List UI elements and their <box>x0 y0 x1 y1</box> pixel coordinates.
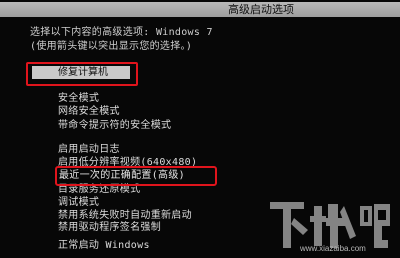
menu-item-start-normally[interactable]: 正常启动 Windows <box>58 240 150 252</box>
watermark-url: www.xiazaiba.com <box>300 244 366 253</box>
screen-title: 高级启动选项 <box>228 3 294 16</box>
annotation-highlight-box <box>26 62 138 86</box>
menu-item-boot-logging[interactable]: 启用启动日志 <box>58 144 120 156</box>
menu-item-safe-mode-networking[interactable]: 网络安全模式 <box>58 106 120 118</box>
menu-item-debugging-mode[interactable]: 调试模式 <box>58 197 99 209</box>
prompt-line-hint: (使用箭头键以突出显示您的选择。) <box>30 41 193 52</box>
menu-item-safe-mode-command-prompt[interactable]: 带命令提示符的安全模式 <box>58 120 171 132</box>
menu-item-disable-auto-restart[interactable]: 禁用系统失败时自动重新启动 <box>58 210 192 222</box>
menu-item-disable-driver-signature[interactable]: 禁用驱动程序签名强制 <box>58 222 161 234</box>
boot-options-screen: 高级启动选项 选择以下内容的高级选项: Windows 7 (使用箭头键以突出显… <box>0 0 400 258</box>
title-bar: 高级启动选项 <box>0 2 400 17</box>
prompt-line-os: 选择以下内容的高级选项: Windows 7 <box>30 27 213 38</box>
annotation-highlight-box <box>55 166 217 186</box>
menu-item-safe-mode[interactable]: 安全模式 <box>58 93 99 105</box>
